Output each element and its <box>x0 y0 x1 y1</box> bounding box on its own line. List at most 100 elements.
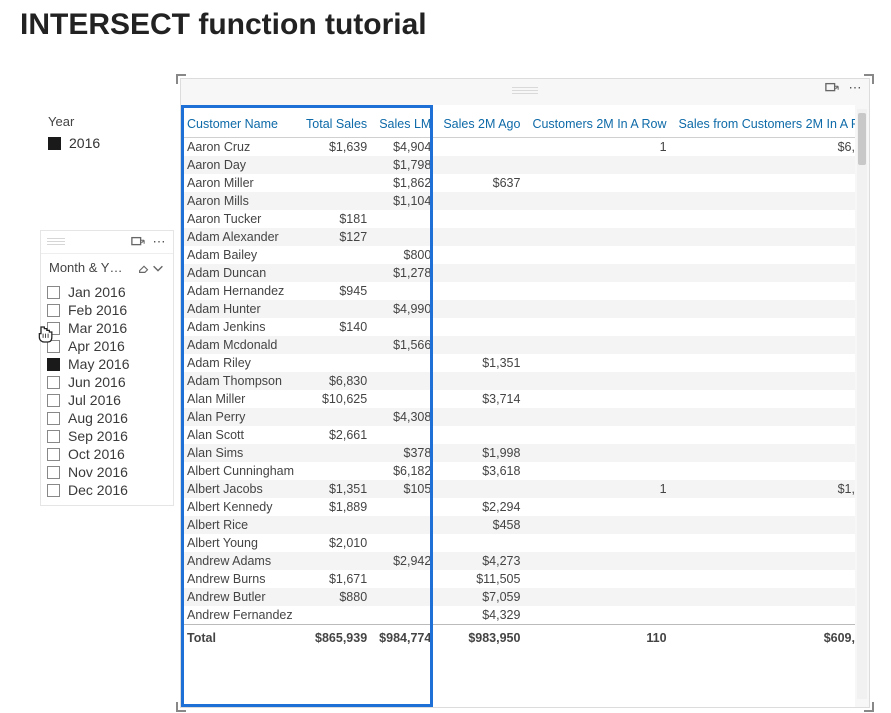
checkbox-icon[interactable] <box>47 286 60 299</box>
checkbox-icon[interactable] <box>47 430 60 443</box>
table-row[interactable]: Albert Kennedy$1,889$2,294 <box>181 498 855 516</box>
resize-handle-icon[interactable] <box>864 702 874 712</box>
month-slicer-item-label: Apr 2016 <box>68 338 125 354</box>
month-slicer-item[interactable]: Sep 2016 <box>47 427 167 445</box>
month-slicer-item[interactable]: May 2016 <box>47 355 167 373</box>
table-cell <box>437 282 526 300</box>
table-row[interactable]: Aaron Cruz$1,639$4,9041$6,543 <box>181 138 855 157</box>
table-row[interactable]: Alan Perry$4,308 <box>181 408 855 426</box>
month-slicer-item[interactable]: Feb 2016 <box>47 301 167 319</box>
table-cell: $4,308 <box>373 408 437 426</box>
month-slicer-item[interactable]: Nov 2016 <box>47 463 167 481</box>
table-row[interactable]: Adam Bailey$800 <box>181 246 855 264</box>
chevron-down-icon[interactable] <box>151 261 165 275</box>
page-title: INTERSECT function tutorial <box>0 0 891 50</box>
col-header[interactable]: Total Sales <box>300 105 373 138</box>
checkbox-icon[interactable] <box>47 448 60 461</box>
table-row[interactable]: Adam Jenkins$140 <box>181 318 855 336</box>
table-row[interactable]: Andrew Fernandez$4,329 <box>181 606 855 625</box>
clear-selection-icon[interactable] <box>137 261 151 275</box>
focus-mode-icon[interactable] <box>131 235 145 249</box>
table-cell <box>437 228 526 246</box>
month-slicer-item[interactable]: Oct 2016 <box>47 445 167 463</box>
checkbox-icon[interactable] <box>47 340 60 353</box>
checkbox-icon[interactable] <box>47 376 60 389</box>
drag-handle-icon[interactable] <box>47 238 65 246</box>
table-cell: $1,671 <box>300 570 373 588</box>
table-row[interactable]: Aaron Mills$1,104 <box>181 192 855 210</box>
table-row[interactable]: Andrew Butler$880$7,059 <box>181 588 855 606</box>
table-cell: Aaron Tucker <box>181 210 300 228</box>
table-cell: $105 <box>373 480 437 498</box>
table-row[interactable]: Adam Thompson$6,830 <box>181 372 855 390</box>
year-slicer[interactable]: Year 2016 <box>48 114 158 151</box>
more-options-icon[interactable]: ⋯ <box>849 81 863 95</box>
table-scroll-area[interactable]: Customer Name Total Sales Sales LM Sales… <box>181 105 855 707</box>
col-header[interactable]: Sales LM <box>373 105 437 138</box>
checkbox-checked-icon[interactable] <box>47 358 60 371</box>
table-visual[interactable]: ⋯ Customer Name Total Sales Sales LM Sal… <box>180 78 870 708</box>
visual-topbar <box>181 81 869 101</box>
table-cell <box>526 552 672 570</box>
table-row[interactable]: Aaron Miller$1,862$637 <box>181 174 855 192</box>
table-row[interactable]: Adam Riley$1,351 <box>181 354 855 372</box>
vertical-scrollbar[interactable] <box>857 109 867 699</box>
table-row[interactable]: Andrew Burns$1,671$11,505 <box>181 570 855 588</box>
table-cell: $6,543 <box>673 138 855 157</box>
total-value: $984,774 <box>373 625 437 652</box>
table-row[interactable]: Adam Mcdonald$1,566 <box>181 336 855 354</box>
scrollbar-thumb[interactable] <box>858 113 866 165</box>
table-cell <box>300 408 373 426</box>
year-slicer-label: Year <box>48 114 158 129</box>
table-row[interactable]: Aaron Day$1,798 <box>181 156 855 174</box>
table-cell <box>673 444 855 462</box>
table-row[interactable]: Alan Scott$2,661 <box>181 426 855 444</box>
table-cell <box>526 462 672 480</box>
month-slicer-item[interactable]: Mar 2016 <box>47 319 167 337</box>
table-row[interactable]: Adam Alexander$127 <box>181 228 855 246</box>
focus-mode-icon[interactable] <box>825 81 839 95</box>
checkbox-icon[interactable] <box>47 322 60 335</box>
month-slicer[interactable]: ⋯ Month & Y… Jan 2016Feb 2016Mar 2016Apr… <box>40 230 174 506</box>
table-row[interactable]: Adam Duncan$1,278 <box>181 264 855 282</box>
table-row[interactable]: Andrew Adams$2,942$4,273 <box>181 552 855 570</box>
month-slicer-item[interactable]: Aug 2016 <box>47 409 167 427</box>
drag-handle-icon[interactable] <box>512 87 538 95</box>
table-row[interactable]: Albert Rice$458 <box>181 516 855 534</box>
checkbox-icon[interactable] <box>47 304 60 317</box>
checkbox-icon[interactable] <box>47 484 60 497</box>
table-row[interactable]: Albert Young$2,010 <box>181 534 855 552</box>
table-cell <box>526 264 672 282</box>
checkbox-icon[interactable] <box>47 412 60 425</box>
table-row[interactable]: Albert Cunningham$6,182$3,618 <box>181 462 855 480</box>
table-row[interactable]: Alan Miller$10,625$3,714 <box>181 390 855 408</box>
month-slicer-item[interactable]: Dec 2016 <box>47 481 167 499</box>
checkbox-icon[interactable] <box>47 394 60 407</box>
table-cell: $1,566 <box>373 336 437 354</box>
checkbox-icon[interactable] <box>47 466 60 479</box>
col-header[interactable]: Customer Name <box>181 105 300 138</box>
table-row[interactable]: Alan Sims$378$1,998 <box>181 444 855 462</box>
col-header[interactable]: Sales 2M Ago <box>437 105 526 138</box>
checkbox-checked-icon[interactable] <box>48 137 61 150</box>
year-slicer-item[interactable]: 2016 <box>48 135 158 151</box>
table-cell: Albert Jacobs <box>181 480 300 498</box>
total-value: $865,939 <box>300 625 373 652</box>
month-slicer-item[interactable]: Jul 2016 <box>47 391 167 409</box>
month-slicer-item[interactable]: Jan 2016 <box>47 283 167 301</box>
table-row[interactable]: Aaron Tucker$181 <box>181 210 855 228</box>
month-slicer-item[interactable]: Apr 2016 <box>47 337 167 355</box>
month-slicer-item[interactable]: Jun 2016 <box>47 373 167 391</box>
table-row[interactable]: Adam Hunter$4,990 <box>181 300 855 318</box>
table-row[interactable]: Albert Jacobs$1,351$1051$1,456 <box>181 480 855 498</box>
col-header[interactable]: Sales from Customers 2M In A Row <box>673 105 855 138</box>
table-cell <box>673 372 855 390</box>
table-cell <box>673 354 855 372</box>
table-cell: Aaron Cruz <box>181 138 300 157</box>
table-cell: Albert Rice <box>181 516 300 534</box>
table-cell: Alan Miller <box>181 390 300 408</box>
col-header[interactable]: Customers 2M In A Row <box>526 105 672 138</box>
more-options-icon[interactable]: ⋯ <box>153 235 167 249</box>
table-cell: $7,059 <box>437 588 526 606</box>
table-row[interactable]: Adam Hernandez$945 <box>181 282 855 300</box>
